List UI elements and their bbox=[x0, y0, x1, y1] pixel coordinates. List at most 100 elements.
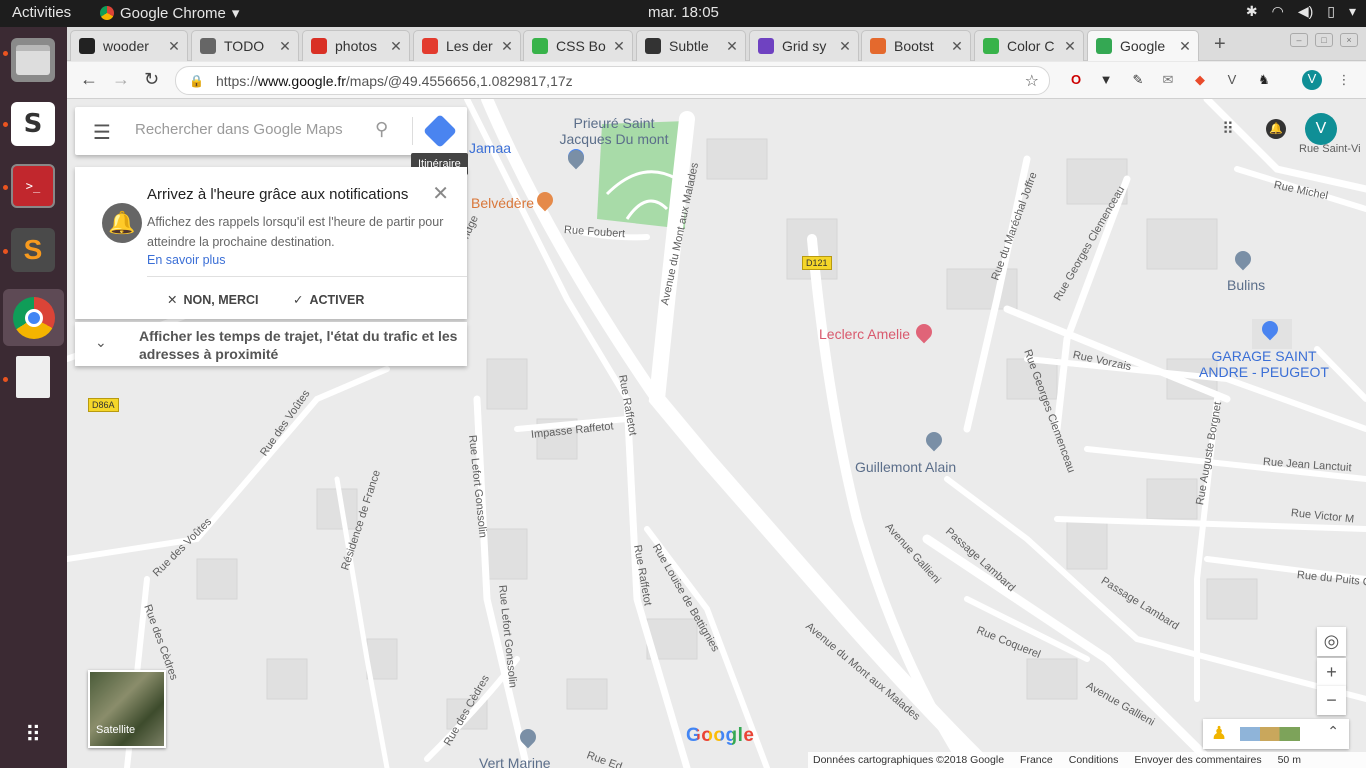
minimize-button[interactable]: – bbox=[1290, 33, 1308, 47]
extension-opera-icon[interactable]: O bbox=[1067, 71, 1085, 89]
url-domain: www.google.fr bbox=[257, 72, 346, 89]
terms-link[interactable]: Conditions bbox=[1069, 754, 1119, 766]
extension-inbox-icon[interactable]: ✉ bbox=[1159, 71, 1177, 89]
apps-grid-icon[interactable]: ⠿ bbox=[1222, 119, 1234, 139]
address-bar[interactable]: 🔒 https://www.google.fr/maps/@49.4556656… bbox=[175, 66, 1050, 95]
directions-icon[interactable] bbox=[423, 114, 457, 148]
files-icon[interactable] bbox=[11, 38, 55, 82]
satellite-layer-toggle[interactable]: Satellite bbox=[88, 670, 166, 748]
tab[interactable]: wooder ✕ bbox=[70, 30, 188, 61]
activate-button[interactable]: ✓ ACTIVER bbox=[293, 292, 364, 307]
chevron-down-icon[interactable]: ▾ bbox=[1349, 3, 1356, 20]
tab[interactable]: Color C ✕ bbox=[974, 30, 1084, 61]
expand-icon[interactable]: ⌃ bbox=[1327, 723, 1339, 740]
tab[interactable]: Les der ✕ bbox=[413, 30, 521, 61]
poi-garage[interactable]: GARAGE SAINT ANDRE - PEUGEOT bbox=[1194, 348, 1334, 380]
extension-pocket-icon[interactable]: ▼ bbox=[1097, 71, 1115, 89]
menu-kebab-icon[interactable]: ⋮ bbox=[1335, 71, 1353, 89]
close-tab-icon[interactable]: ✕ bbox=[387, 38, 405, 55]
tab-title: wooder bbox=[103, 38, 149, 54]
close-icon[interactable]: ✕ bbox=[432, 181, 449, 206]
slack-icon[interactable]: S bbox=[11, 102, 55, 146]
poi-leclerc[interactable]: Leclerc Amelie bbox=[819, 326, 910, 342]
running-indicator bbox=[3, 122, 8, 127]
forward-button[interactable]: → bbox=[112, 69, 130, 90]
close-tab-icon[interactable]: ✕ bbox=[276, 38, 294, 55]
tab[interactable]: Grid sy ✕ bbox=[749, 30, 859, 61]
close-tab-icon[interactable]: ✕ bbox=[498, 38, 516, 55]
extension-eyedropper-icon[interactable]: ✎ bbox=[1129, 71, 1147, 89]
tab[interactable]: Google ✕ bbox=[1087, 30, 1199, 61]
system-tray[interactable]: ✱ ◠ ◀) ▯ ▾ bbox=[1246, 3, 1356, 20]
tab-title: Google bbox=[1120, 38, 1166, 54]
running-indicator bbox=[3, 377, 8, 382]
tab-title: TODO bbox=[224, 38, 265, 54]
terminal-icon[interactable]: >_ bbox=[11, 164, 55, 208]
close-tab-icon[interactable]: ✕ bbox=[723, 38, 741, 55]
poi-jamaa[interactable]: Jamaa bbox=[469, 140, 511, 156]
extension-vue-icon[interactable]: V bbox=[1223, 71, 1241, 89]
map-data-attribution[interactable]: Données cartographiques ©2018 Google bbox=[813, 754, 1004, 766]
extension-feedly-icon[interactable]: ◆ bbox=[1191, 71, 1209, 89]
imagery-thumbnails[interactable] bbox=[1240, 727, 1300, 741]
lock-icon[interactable]: 🔒 bbox=[189, 74, 204, 88]
decline-button[interactable]: ✕ NON, MERCI bbox=[167, 292, 258, 307]
close-icon: ✕ bbox=[167, 293, 178, 307]
account-avatar[interactable]: V bbox=[1305, 113, 1337, 145]
accessibility-icon[interactable]: ✱ bbox=[1246, 3, 1258, 20]
tab-title: Grid sy bbox=[782, 38, 827, 54]
country-link[interactable]: France bbox=[1020, 754, 1053, 766]
tab-title: Subtle bbox=[669, 38, 709, 54]
pegman-bar: ♟ ⌃ bbox=[1203, 719, 1349, 749]
scale-bar[interactable]: 50 m bbox=[1278, 754, 1301, 766]
app-menu[interactable]: Google Chrome ▾ bbox=[100, 4, 239, 22]
search-input[interactable] bbox=[135, 121, 375, 138]
maximize-button[interactable]: □ bbox=[1315, 33, 1333, 47]
traffic-prompt[interactable]: ⌄ Afficher les temps de trajet, l'état d… bbox=[75, 322, 467, 366]
learn-more-link[interactable]: En savoir plus bbox=[147, 253, 226, 267]
close-tab-icon[interactable]: ✕ bbox=[610, 38, 628, 55]
document-icon[interactable] bbox=[11, 355, 55, 399]
tab[interactable]: photos ✕ bbox=[302, 30, 410, 61]
poi-guillemont[interactable]: Guillemont Alain bbox=[855, 459, 956, 475]
poi-vert-marine[interactable]: Vert Marine bbox=[479, 755, 551, 768]
sublime-text-icon[interactable]: S bbox=[11, 228, 55, 272]
clock[interactable]: mar. 18:05 bbox=[648, 4, 719, 21]
poi-bulins[interactable]: Bulins bbox=[1227, 277, 1265, 293]
reload-button[interactable]: ↻ bbox=[144, 69, 159, 90]
hamburger-menu-icon[interactable]: ☰ bbox=[93, 120, 111, 145]
extension-horse-icon[interactable]: ♞ bbox=[1255, 71, 1273, 89]
feedback-link[interactable]: Envoyer des commentaires bbox=[1134, 754, 1261, 766]
close-tab-icon[interactable]: ✕ bbox=[165, 38, 183, 55]
chevron-down-icon[interactable]: ⌄ bbox=[95, 334, 107, 351]
bookmark-star-icon[interactable]: ☆ bbox=[1025, 71, 1039, 91]
show-apps-icon[interactable]: ⠿ bbox=[11, 713, 55, 757]
back-button[interactable]: ← bbox=[80, 69, 98, 90]
chrome-dock-icon[interactable] bbox=[3, 289, 64, 346]
volume-icon[interactable]: ◀) bbox=[1298, 3, 1313, 20]
new-tab-button[interactable]: + bbox=[1214, 33, 1226, 56]
pegman-icon[interactable]: ♟ bbox=[1211, 723, 1227, 744]
zoom-in-button[interactable]: + bbox=[1317, 658, 1346, 687]
close-tab-icon[interactable]: ✕ bbox=[948, 38, 966, 55]
zoom-out-button[interactable]: − bbox=[1317, 686, 1346, 715]
poi-prieure[interactable]: Prieuré Saint Jacques Du mont bbox=[554, 115, 674, 147]
close-tab-icon[interactable]: ✕ bbox=[836, 38, 854, 55]
battery-icon[interactable]: ▯ bbox=[1327, 3, 1335, 20]
tab[interactable]: TODO ✕ bbox=[191, 30, 299, 61]
my-location-icon[interactable]: ◎ bbox=[1317, 627, 1346, 656]
app-menu-label: Google Chrome bbox=[120, 4, 226, 22]
close-window-button[interactable]: × bbox=[1340, 33, 1358, 47]
poi-belvedere[interactable]: Belvédère bbox=[471, 195, 534, 211]
search-icon[interactable]: ⚲ bbox=[375, 119, 388, 140]
profile-avatar[interactable]: V bbox=[1302, 70, 1322, 90]
close-tab-icon[interactable]: ✕ bbox=[1061, 38, 1079, 55]
road-badge-d86a: D86A bbox=[88, 398, 119, 412]
tab[interactable]: Subtle ✕ bbox=[636, 30, 746, 61]
wifi-icon[interactable]: ◠ bbox=[1272, 3, 1284, 20]
tab[interactable]: CSS Bo ✕ bbox=[523, 30, 633, 61]
tab[interactable]: Bootst ✕ bbox=[861, 30, 971, 61]
close-tab-icon[interactable]: ✕ bbox=[1176, 38, 1194, 55]
notifications-bell-icon[interactable]: 🔔 bbox=[1266, 119, 1286, 139]
activities-button[interactable]: Activities bbox=[12, 4, 71, 21]
